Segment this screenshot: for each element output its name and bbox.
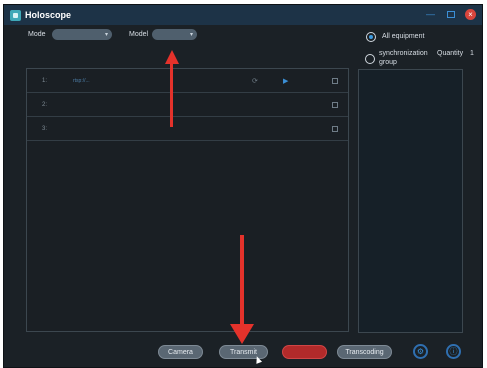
model-label: Model (129, 31, 149, 38)
checkbox-icon[interactable] (332, 125, 338, 132)
sync-group-label-line2: group (379, 59, 397, 66)
all-equipment-radio[interactable] (366, 32, 376, 42)
sync-group-label: synchronization (379, 50, 428, 57)
all-equipment-label: All equipment (382, 33, 425, 40)
row-number: 1: (42, 77, 48, 84)
record-button[interactable] (282, 345, 327, 359)
quantity-value: 1 (470, 50, 474, 57)
sync-group-radio[interactable] (365, 54, 375, 64)
refresh-icon[interactable]: ⟳ (252, 77, 258, 85)
row-number: 2: (42, 101, 48, 108)
checkbox-icon[interactable] (332, 101, 338, 108)
stream-address: rtsp://... (73, 77, 90, 84)
annotation-arrow-down-icon (230, 324, 254, 344)
minimize-button[interactable]: — (425, 9, 436, 20)
maximize-button[interactable] (445, 9, 456, 20)
mode-select[interactable]: ▾ (52, 29, 112, 40)
stream-row[interactable]: 3: (27, 117, 348, 141)
settings-icon: ⚙ (416, 347, 425, 356)
mode-label: Mode (28, 31, 46, 38)
model-select[interactable]: ▾ (152, 29, 197, 40)
chevron-down-icon: ▾ (104, 32, 108, 38)
quantity-label: Quantity (437, 50, 464, 57)
annotation-arrow-down-shaft (240, 235, 244, 327)
settings-button[interactable]: ⚙ (413, 344, 428, 359)
transcoding-button[interactable]: Transcoding (337, 345, 392, 359)
title-bar: Holoscope — × (4, 5, 482, 25)
device-list-panel (358, 69, 463, 333)
transmit-button[interactable]: Transmit (219, 345, 268, 359)
info-button[interactable]: ⓘ (446, 344, 461, 359)
play-icon[interactable]: ▶ (283, 77, 288, 85)
chevron-down-icon: ▾ (189, 32, 193, 38)
camera-button[interactable]: Camera (158, 345, 203, 359)
window-controls: — × (425, 9, 476, 20)
window-title: Holoscope (25, 10, 72, 20)
checkbox-icon[interactable] (332, 77, 338, 84)
row-number: 3: (42, 125, 48, 132)
app-icon (10, 9, 21, 21)
info-icon: ⓘ (449, 347, 458, 356)
close-button[interactable]: × (465, 9, 476, 20)
stream-list-panel: 1: rtsp://... ⟳ ▶ 2: 3: (26, 68, 349, 332)
maximize-icon (446, 11, 455, 18)
stream-row[interactable]: 1: rtsp://... ⟳ ▶ (27, 69, 348, 93)
stream-row[interactable]: 2: (27, 93, 348, 117)
annotation-arrow-up-shaft (170, 63, 173, 127)
annotation-arrow-up-icon (165, 50, 179, 64)
